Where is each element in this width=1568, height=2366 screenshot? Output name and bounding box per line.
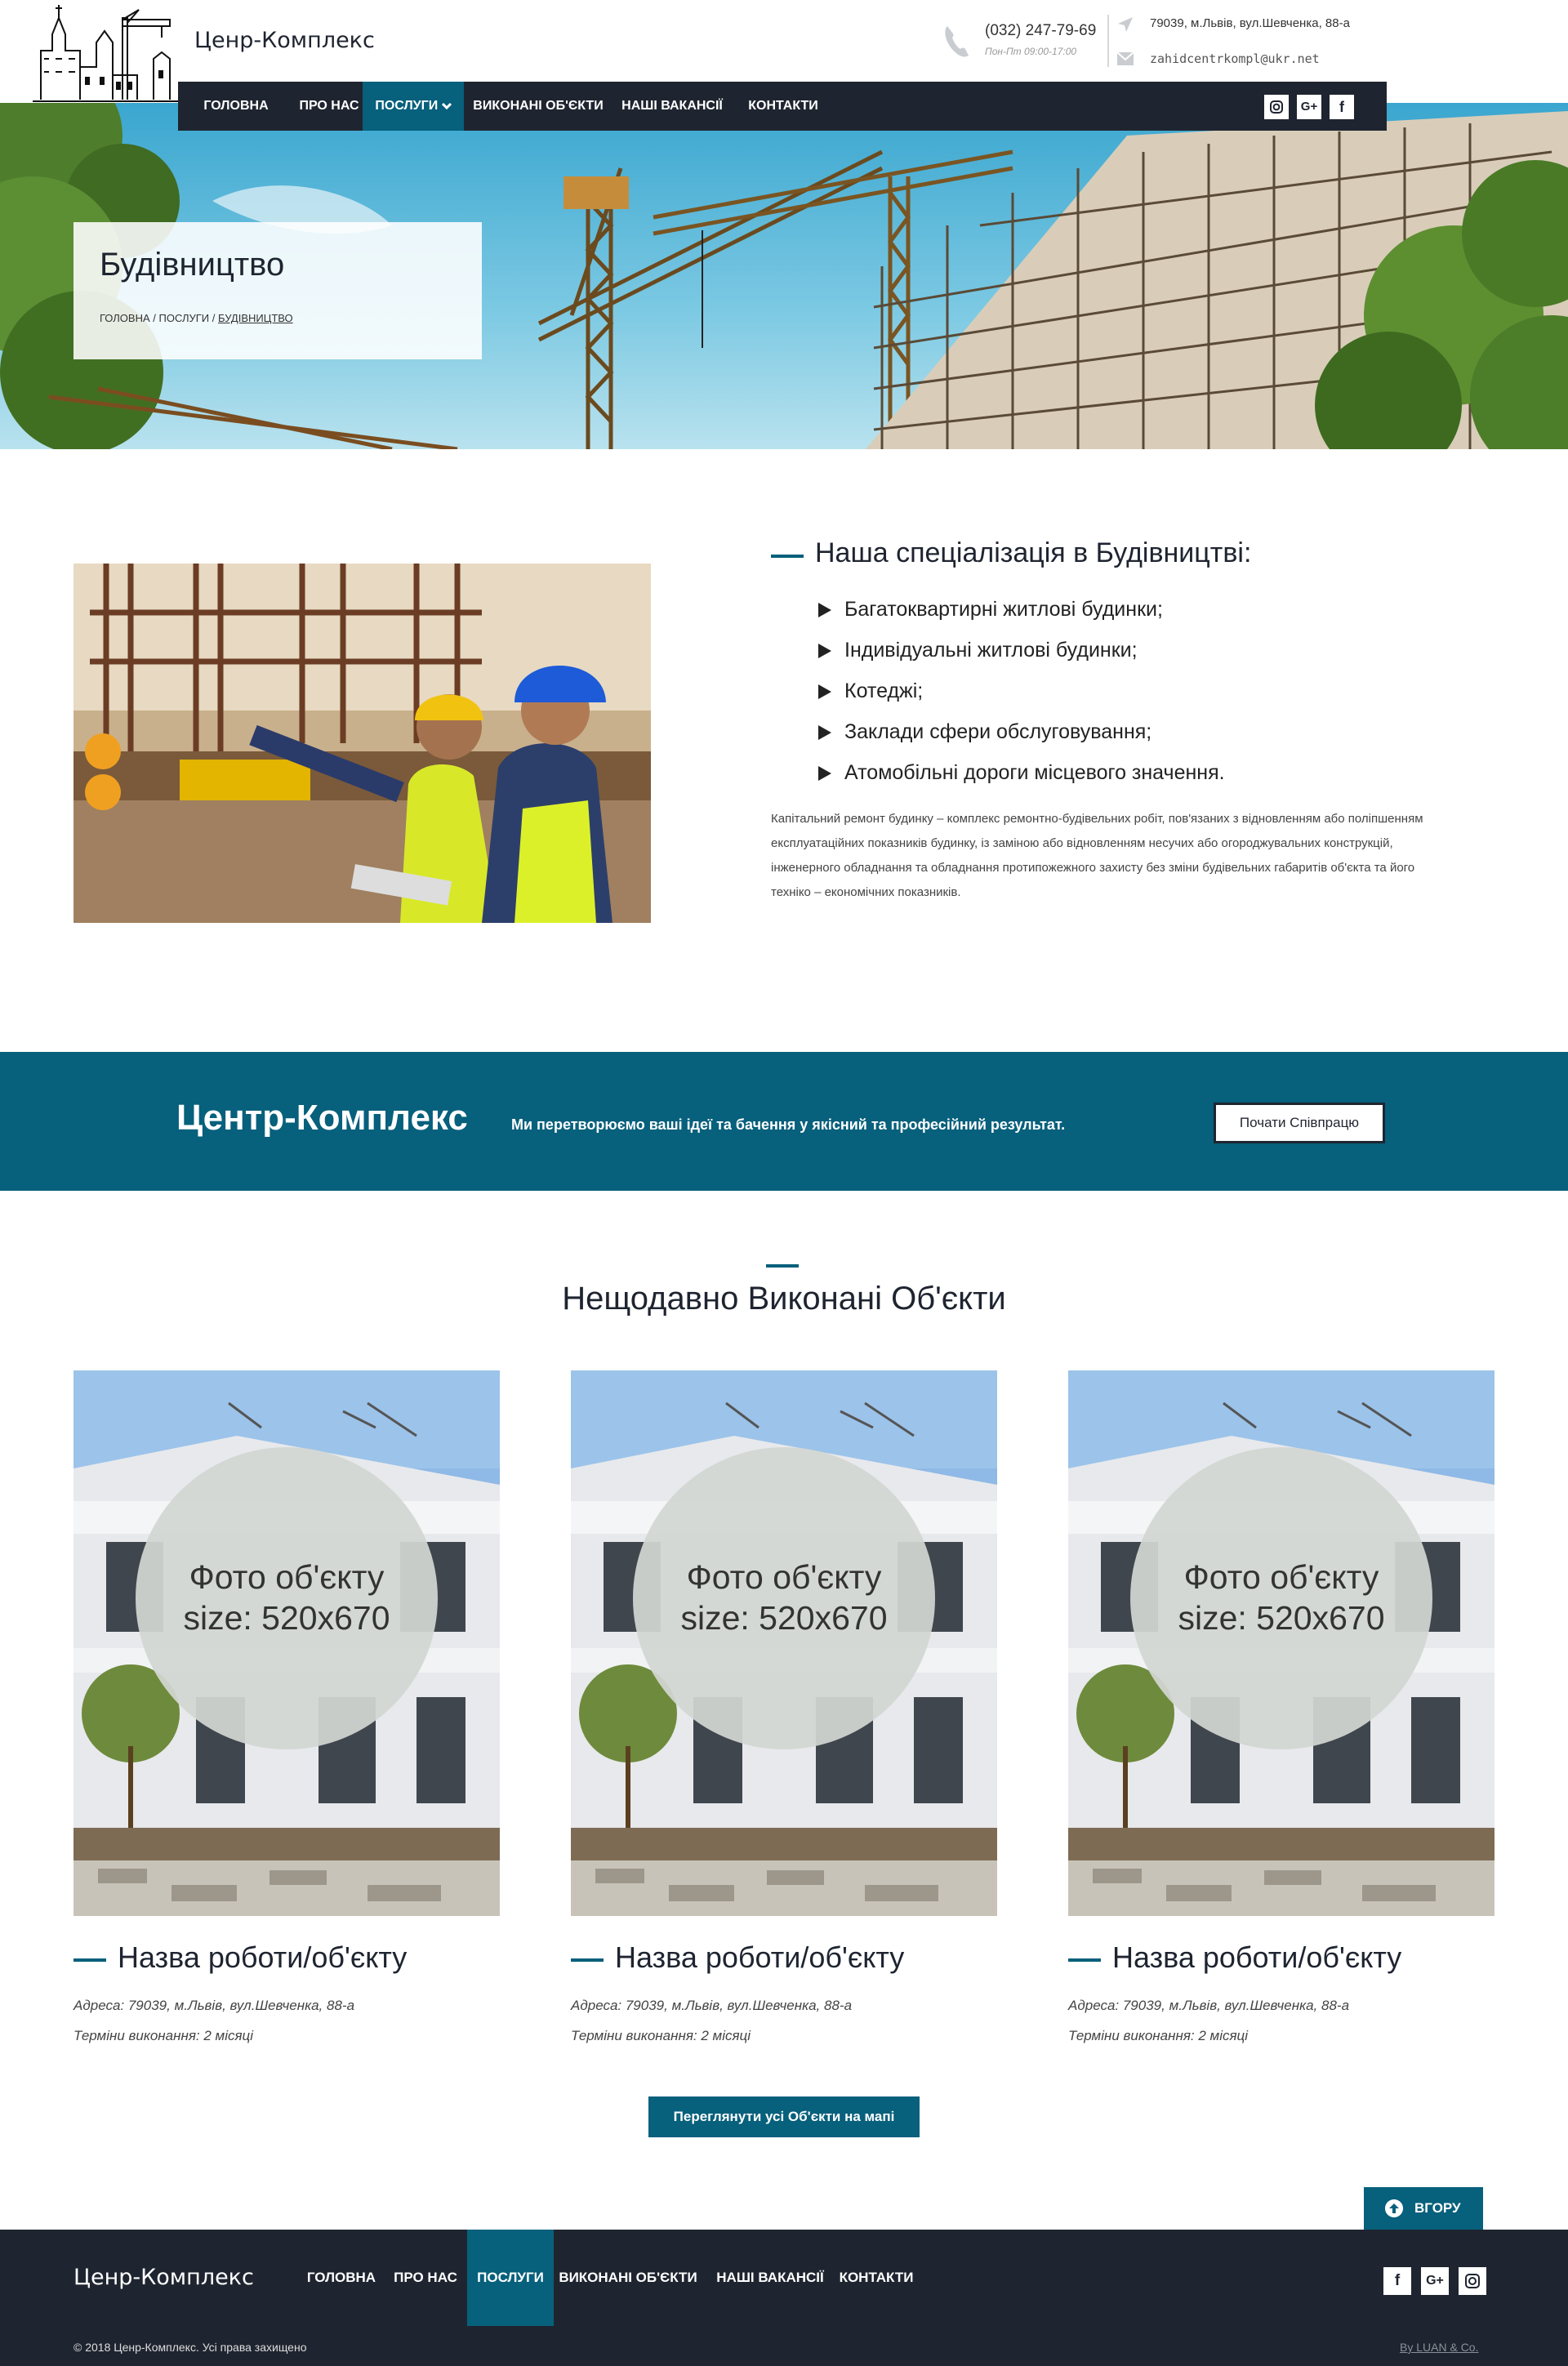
triangle-bullet-icon	[818, 725, 831, 740]
nav-item-about[interactable]: ПРО НАС	[294, 82, 364, 131]
footer-nav-contacts[interactable]: КОНТАКТИ	[833, 2230, 920, 2326]
project-term: Терміни виконання: 2 місяці	[74, 2028, 254, 2043]
list-item: Атомобільні дороги місцевого значення.	[817, 756, 1225, 797]
list-item: Багатоквартирні житлові будинки;	[817, 593, 1225, 634]
start-cooperation-button[interactable]: Почати Співпрацю	[1214, 1103, 1385, 1143]
triangle-bullet-icon	[818, 684, 831, 699]
specialization-list: Багатоквартирні житлові будинки; Індивід…	[817, 593, 1225, 797]
footer-nav-completed[interactable]: ВИКОНАНІ ОБ'ЄКТИ	[555, 2230, 701, 2326]
triangle-bullet-icon	[818, 644, 831, 658]
page-title-box: Будівництво ГОЛОВНА / ПОСЛУГИ / БУДІВНИЦ…	[74, 222, 482, 359]
triangle-bullet-icon	[818, 766, 831, 781]
header-address: 79039, м.Львів, вул.Шевченка, 88-а	[1150, 16, 1350, 30]
envelope-icon	[1117, 52, 1134, 65]
developer-credit-link[interactable]: By LUAN & Co.	[1400, 2341, 1478, 2354]
photo-placeholder-circle: Фото об'єкту size: 520x670	[136, 1447, 438, 1749]
footer-nav-services[interactable]: ПОСЛУГИ	[467, 2230, 554, 2326]
specialization-description: Капітальний ремонт будинку – комплекс ре…	[771, 812, 1423, 899]
breadcrumb-services[interactable]: ПОСЛУГИ	[159, 312, 210, 324]
card-accent-dash	[571, 1958, 604, 1962]
google-plus-icon[interactable]: G+	[1421, 2267, 1449, 2295]
facebook-icon[interactable]: f	[1383, 2267, 1411, 2295]
copyright-text: © 2018 Ценр-Комплекс. Усі права захищено	[74, 2341, 307, 2354]
working-hours: Пон-Пт 09:00-17:00	[985, 46, 1077, 57]
city-logo[interactable]	[31, 2, 186, 103]
recent-works-title: Нещодавно Виконані Об'єкти	[562, 1281, 1006, 1317]
hero-banner: Будівництво ГОЛОВНА / ПОСЛУГИ / БУДІВНИЦ…	[0, 103, 1568, 449]
project-name[interactable]: Назва роботи/об'єкту	[1112, 1940, 1401, 1975]
instagram-icon[interactable]	[1459, 2267, 1486, 2295]
main-nav: ГОЛОВНА ПРО НАС ПОСЛУГИ ВИКОНАНІ ОБ'ЄКТИ…	[178, 82, 1387, 131]
project-name[interactable]: Назва роботи/об'єкту	[615, 1940, 904, 1975]
brand-name[interactable]: Ценр-Комплекс	[194, 28, 375, 53]
breadcrumb-separator: /	[153, 312, 156, 324]
arrow-up-circle-icon	[1385, 2199, 1403, 2217]
photo-placeholder-circle: Фото об'єкту size: 520x670	[1130, 1447, 1432, 1749]
footer-nav-vacancies[interactable]: НАШІ ВАКАНСІЇ	[709, 2230, 831, 2326]
back-to-top-button[interactable]: ВГОРУ	[1364, 2187, 1483, 2230]
instagram-icon[interactable]	[1264, 95, 1289, 119]
list-item: Заклади сфери обслуговування;	[817, 715, 1225, 756]
back-to-top-label: ВГОРУ	[1414, 2200, 1461, 2216]
view-all-on-map-button[interactable]: Переглянути усі Об'єкти на мапі	[648, 2096, 920, 2137]
project-photo[interactable]: Фото об'єкту size: 520x670	[74, 1370, 500, 1916]
project-photo[interactable]: Фото об'єкту size: 520x670	[1068, 1370, 1494, 1916]
breadcrumb-home[interactable]: ГОЛОВНА	[100, 312, 150, 324]
breadcrumb: ГОЛОВНА / ПОСЛУГИ / БУДІВНИЦТВО	[100, 312, 293, 324]
card-accent-dash	[1068, 1958, 1101, 1962]
photo-placeholder-circle: Фото об'єкту size: 520x670	[633, 1447, 935, 1749]
footer-nav-about[interactable]: ПРО НАС	[385, 2230, 466, 2326]
project-address: Адреса: 79039, м.Львів, вул.Шевченка, 88…	[74, 1998, 355, 2013]
header-divider	[1107, 15, 1109, 67]
nav-item-services[interactable]: ПОСЛУГИ	[363, 82, 464, 131]
breadcrumb-separator: /	[212, 312, 216, 324]
project-address: Адреса: 79039, м.Львів, вул.Шевченка, 88…	[1068, 1998, 1350, 2013]
nav-item-services-label: ПОСЛУГИ	[375, 99, 439, 113]
footer-brand[interactable]: Ценр-Комплекс	[74, 2265, 254, 2290]
phone-number[interactable]: (032) 247-79-69	[985, 22, 1096, 40]
section-accent-dash	[771, 555, 804, 558]
phone-icon	[945, 26, 969, 57]
specialization-heading: Наша спеціалізація в Будівництві:	[815, 537, 1252, 568]
location-arrow-icon	[1118, 17, 1133, 32]
nav-item-vacancies[interactable]: НАШІ ВАКАНСІЇ	[611, 82, 733, 131]
list-item: Індивідуальні житлові будинки;	[817, 634, 1225, 675]
chevron-down-icon	[441, 102, 452, 109]
header-email[interactable]: zahidcentrkompl@ukr.net	[1150, 51, 1320, 66]
triangle-bullet-icon	[818, 603, 831, 617]
project-photo[interactable]: Фото об'єкту size: 520x670	[571, 1370, 997, 1916]
footer-nav-home[interactable]: ГОЛОВНА	[299, 2230, 384, 2326]
project-name[interactable]: Назва роботи/об'єкту	[118, 1940, 407, 1975]
cta-text: Ми перетворюємо ваші ідеї та бачення у я…	[511, 1116, 1066, 1133]
card-accent-dash	[74, 1958, 106, 1962]
project-address: Адреса: 79039, м.Львів, вул.Шевченка, 88…	[571, 1998, 853, 2013]
site-footer: Ценр-Комплекс ГОЛОВНА ПРО НАС ПОСЛУГИ ВИ…	[0, 2230, 1568, 2366]
nav-item-contacts[interactable]: КОНТАКТИ	[733, 82, 833, 131]
section-accent-dash	[766, 1264, 799, 1268]
cta-brand: Центр-Комплекс	[176, 1098, 468, 1138]
cta-band: Центр-Комплекс Ми перетворюємо ваші ідеї…	[0, 1052, 1568, 1191]
project-term: Терміни виконання: 2 місяці	[571, 2028, 751, 2043]
facebook-icon[interactable]: f	[1330, 95, 1354, 119]
page-title: Будівництво	[100, 247, 285, 283]
project-term: Терміни виконання: 2 місяці	[1068, 2028, 1249, 2043]
google-plus-icon[interactable]: G+	[1297, 95, 1321, 119]
engineers-photo	[74, 564, 651, 923]
nav-item-home[interactable]: ГОЛОВНА	[178, 82, 294, 131]
breadcrumb-current[interactable]: БУДІВНИЦТВО	[218, 312, 293, 324]
list-item: Котеджі;	[817, 675, 1225, 715]
nav-item-completed[interactable]: ВИКОНАНІ ОБ'ЄКТИ	[466, 82, 611, 131]
